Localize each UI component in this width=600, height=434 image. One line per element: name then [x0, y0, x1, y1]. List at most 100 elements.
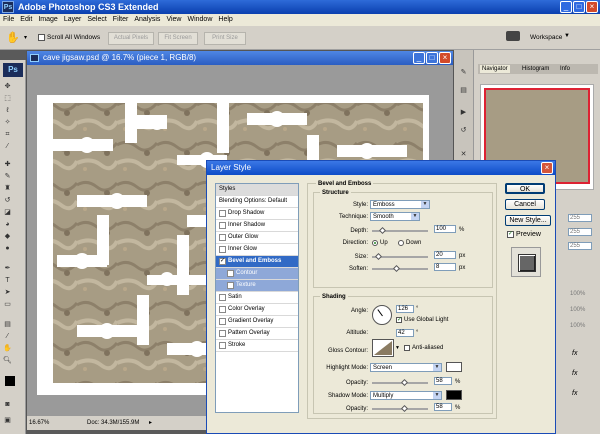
soften-input[interactable]: 8 — [434, 263, 456, 271]
style-stroke[interactable]: Stroke — [216, 340, 298, 352]
style-pattern-overlay[interactable]: Pattern Overlay — [216, 328, 298, 340]
gloss-dropdown-icon[interactable]: ▼ — [395, 345, 400, 351]
zoom-tool-icon[interactable]: 🔍︎ — [3, 356, 12, 365]
magic-wand-icon[interactable]: ✧ — [3, 118, 12, 127]
menu-image[interactable]: Image — [35, 14, 60, 26]
doc-minimize-icon[interactable]: _ — [413, 52, 425, 64]
hand-tool-icon[interactable]: ✋ — [6, 31, 20, 44]
zoom-level[interactable]: 16.67% — [29, 419, 49, 427]
clone-stamp-icon[interactable]: ♜ — [3, 184, 12, 193]
tool-presets-icon[interactable]: ✕ — [459, 150, 468, 159]
shadow-mode-select[interactable]: Multiply ▼ — [370, 391, 442, 400]
hand-tool-icon[interactable]: ✋ — [3, 344, 12, 353]
anti-aliased-checkbox[interactable] — [404, 345, 410, 351]
actions-icon[interactable]: ▶ — [459, 108, 468, 117]
menu-view[interactable]: View — [163, 14, 184, 26]
style-dropdown-icon[interactable]: ▼ — [421, 201, 429, 208]
shadow-color-swatch[interactable] — [446, 390, 462, 400]
crop-tool-icon[interactable]: ⌗ — [3, 130, 12, 139]
highlight-opacity-thumb[interactable] — [400, 378, 409, 387]
dodge-tool-icon[interactable]: ● — [3, 244, 12, 253]
styles-header[interactable]: Styles — [216, 184, 298, 196]
technique-dropdown-icon[interactable]: ▼ — [411, 213, 419, 220]
menu-layer[interactable]: Layer — [61, 14, 85, 26]
flow-percent[interactable]: 100% — [570, 322, 585, 330]
shadow-opacity-thumb[interactable] — [400, 404, 409, 413]
style-texture[interactable]: Texture — [216, 280, 298, 292]
quick-mask-icon[interactable]: ◙ — [3, 400, 12, 409]
style-gradient-overlay[interactable]: Gradient Overlay — [216, 316, 298, 328]
gloss-contour-preview[interactable] — [372, 339, 394, 357]
color-value-1[interactable]: 255 — [568, 214, 592, 222]
layer-fx-icon-3[interactable]: fx — [572, 390, 577, 398]
color-value-3[interactable]: 255 — [568, 242, 592, 250]
angle-dial[interactable] — [372, 305, 392, 325]
direction-down-radio[interactable] — [398, 240, 404, 246]
status-arrow-icon[interactable]: ▸ — [149, 419, 152, 426]
shadow-dropdown-icon[interactable]: ▼ — [433, 392, 441, 399]
preview-checkbox[interactable]: ✓ — [507, 231, 514, 238]
tab-info[interactable]: Info — [560, 65, 570, 73]
technique-select[interactable]: Smooth ▼ — [370, 212, 420, 221]
tab-navigator[interactable]: Navigator — [480, 65, 510, 73]
layer-comps-icon[interactable]: ▤ — [459, 86, 468, 95]
inner-shadow-checkbox[interactable] — [219, 222, 226, 229]
paint-bucket-icon[interactable]: ◕ — [3, 220, 12, 229]
eyedropper-tool-icon[interactable]: ⁄ — [3, 332, 12, 341]
depth-slider-thumb[interactable] — [378, 226, 387, 235]
menu-analysis[interactable]: Analysis — [131, 14, 163, 26]
new-style-button[interactable]: New Style... — [505, 215, 551, 226]
shadow-opacity-input[interactable]: 58 — [434, 403, 452, 411]
global-light-checkbox[interactable]: ✓ — [396, 317, 402, 323]
stroke-checkbox[interactable] — [219, 342, 226, 349]
healing-brush-icon[interactable]: ✚ — [3, 160, 12, 169]
doc-close-icon[interactable]: × — [439, 52, 451, 64]
cancel-button[interactable]: Cancel — [505, 199, 545, 210]
layer-fx-icon[interactable]: fx — [572, 350, 577, 358]
drop-shadow-checkbox[interactable] — [219, 210, 226, 217]
soften-slider-thumb[interactable] — [392, 264, 401, 273]
brush-tool-icon[interactable]: ✎ — [3, 172, 12, 181]
foreground-color-swatch[interactable] — [5, 376, 15, 386]
menu-select[interactable]: Select — [84, 14, 109, 26]
shape-tool-icon[interactable]: ▭ — [3, 300, 12, 309]
dialog-close-icon[interactable]: × — [541, 162, 553, 174]
scroll-all-checkbox[interactable] — [38, 34, 45, 41]
notes-tool-icon[interactable]: ▤ — [3, 320, 12, 329]
lasso-tool-icon[interactable]: ℓ — [3, 106, 12, 115]
workspace-arrow-icon[interactable]: ▼ — [564, 33, 570, 39]
path-selection-icon[interactable]: ➤ — [3, 288, 12, 297]
fit-screen-button[interactable]: Fit Screen — [158, 32, 198, 45]
tab-histogram[interactable]: Histogram — [522, 65, 549, 73]
style-drop-shadow[interactable]: Drop Shadow — [216, 208, 298, 220]
doc-maximize-icon[interactable]: □ — [426, 52, 438, 64]
menu-edit[interactable]: Edit — [17, 14, 35, 26]
opacity-percent[interactable]: 100% — [570, 290, 585, 298]
layer-fx-icon-2[interactable]: fx — [572, 370, 577, 378]
minimize-icon[interactable]: _ — [560, 1, 572, 13]
style-inner-shadow[interactable]: Inner Shadow — [216, 220, 298, 232]
type-tool-icon[interactable]: T — [3, 276, 12, 285]
style-color-overlay[interactable]: Color Overlay — [216, 304, 298, 316]
texture-checkbox[interactable] — [227, 282, 234, 289]
highlight-mode-select[interactable]: Screen ▼ — [370, 363, 442, 372]
workspace-menu[interactable]: Workspace — [530, 34, 562, 42]
pen-tool-icon[interactable]: ✒ — [3, 264, 12, 273]
history-brush-icon[interactable]: ↺ — [3, 196, 12, 205]
menu-help[interactable]: Help — [215, 14, 235, 26]
close-icon[interactable]: × — [586, 1, 598, 13]
palette-well-icon[interactable] — [506, 31, 520, 41]
color-value-2[interactable]: 255 — [568, 228, 592, 236]
highlight-dropdown-icon[interactable]: ▼ — [433, 364, 441, 371]
depth-input[interactable]: 100 — [434, 225, 456, 233]
style-select[interactable]: Emboss ▼ — [370, 200, 430, 209]
marquee-tool-icon[interactable]: ⬚ — [3, 94, 12, 103]
dialog-title-bar[interactable]: Layer Style × — [207, 161, 555, 175]
menu-window[interactable]: Window — [184, 14, 215, 26]
inner-glow-checkbox[interactable] — [219, 246, 226, 253]
blur-tool-icon[interactable]: ◆ — [3, 232, 12, 241]
menu-filter[interactable]: Filter — [110, 14, 132, 26]
style-satin[interactable]: Satin — [216, 292, 298, 304]
move-tool-icon[interactable]: ✥ — [3, 82, 12, 91]
eraser-tool-icon[interactable]: ◪ — [3, 208, 12, 217]
